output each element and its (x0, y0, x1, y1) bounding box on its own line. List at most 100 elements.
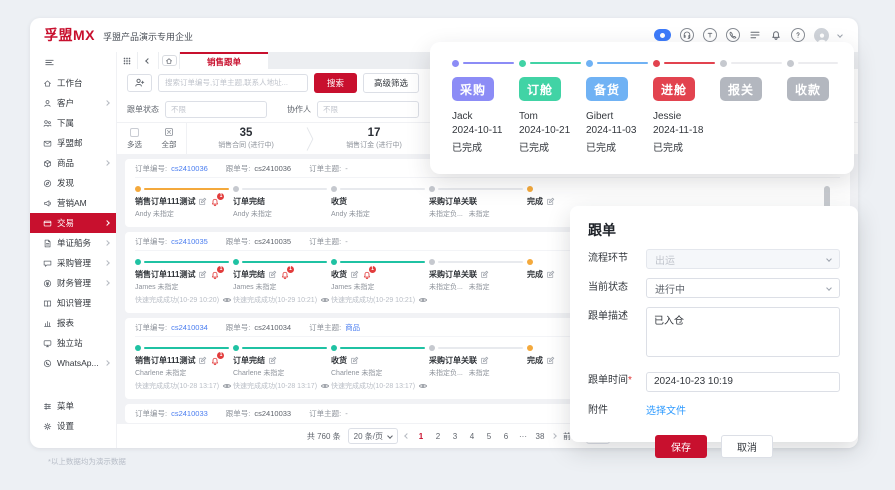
edit-icon[interactable] (198, 197, 207, 206)
flow-badge[interactable]: 进舱 (653, 77, 695, 101)
contact-picker-button[interactable] (127, 73, 152, 92)
advanced-filter-button[interactable]: 高级筛选 (363, 72, 420, 93)
translate-icon[interactable] (703, 28, 717, 42)
edit-icon[interactable] (350, 356, 359, 365)
page-size-select[interactable]: 20 条/页 (347, 428, 398, 444)
sidebar-item-knowledge[interactable]: 知识管理 (30, 293, 116, 313)
avatar[interactable] (814, 27, 829, 43)
current-status-select[interactable]: 进行中 (646, 278, 840, 298)
page-number[interactable]: 38 (535, 432, 545, 441)
edit-icon[interactable] (480, 356, 489, 365)
next-page-button[interactable] (551, 433, 557, 439)
eye-icon[interactable] (222, 296, 232, 304)
multi-select-checkbox[interactable] (130, 127, 139, 137)
help-icon[interactable] (791, 28, 805, 42)
sidebar-item-reports[interactable]: 报表 (30, 313, 116, 333)
collaborator-input[interactable] (317, 100, 419, 118)
sidebar-item-workbench[interactable]: 工作台 (30, 73, 116, 93)
eye-icon[interactable] (222, 382, 232, 390)
sidebar-item-menu[interactable]: 菜单 (30, 396, 116, 416)
page-number[interactable]: 5 (484, 432, 494, 441)
back-icon[interactable] (138, 52, 159, 69)
order-no-link[interactable]: cs2410036 (171, 164, 208, 173)
process-step-select[interactable]: 出运 (646, 249, 840, 269)
edit-icon[interactable] (268, 356, 277, 365)
choose-file-link[interactable]: 选择文件 (646, 406, 686, 417)
multi-select-toggle[interactable]: 多选 (117, 123, 152, 154)
sidebar-collapse-icon[interactable] (30, 55, 116, 73)
dialog-title: 跟单 (588, 222, 616, 238)
prev-page-button[interactable] (404, 433, 410, 439)
flow-badge[interactable]: 备货 (586, 77, 628, 101)
headset-support-icon[interactable] (680, 28, 694, 42)
page-number[interactable]: 3 (450, 432, 460, 441)
edit-icon[interactable] (350, 270, 359, 279)
cancel-button[interactable]: 取消 (721, 434, 773, 458)
sidebar-item-finance[interactable]: 财务管理 (30, 273, 116, 293)
phone-icon[interactable] (726, 28, 740, 42)
bell-alert-icon[interactable]: 1 (280, 265, 294, 280)
flow-badge[interactable]: 报关 (720, 77, 762, 101)
sidebar-item-customers[interactable]: 客户 (30, 93, 116, 113)
save-button[interactable]: 保存 (655, 434, 707, 458)
page-number[interactable]: 1 (416, 432, 426, 441)
app-launcher-icon[interactable] (117, 52, 138, 69)
edit-icon[interactable] (546, 356, 555, 365)
bell-alert-icon[interactable]: 1 (210, 351, 225, 366)
bell-alert-icon[interactable]: 1 (210, 265, 225, 280)
eye-icon[interactable] (320, 296, 330, 304)
sidebar-item-products[interactable]: 商品 (30, 153, 116, 173)
page-number[interactable]: 4 (467, 432, 477, 441)
sidebar-item-settings[interactable]: 设置 (30, 416, 116, 436)
task-list-icon[interactable] (749, 29, 761, 41)
sidebar-item-site[interactable]: 独立站 (30, 333, 116, 353)
order-subject-link[interactable]: 商品 (345, 322, 360, 333)
search-button[interactable]: 搜索 (314, 72, 358, 93)
page-ellipsis[interactable]: ··· (518, 432, 528, 441)
eye-icon[interactable] (418, 382, 428, 390)
sidebar-item-marketing-am[interactable]: 营销AM (30, 193, 116, 213)
tab-sales-followup[interactable]: 销售跟单 (180, 52, 268, 69)
order-subject: - (345, 236, 348, 246)
sidebar-item-procurement[interactable]: 采购管理 (30, 253, 116, 273)
sidebar-item-subordinates[interactable]: 下属 (30, 113, 116, 133)
bell-alert-icon[interactable]: 1 (362, 265, 376, 280)
edit-icon[interactable] (546, 270, 555, 279)
sidebar-item-mail[interactable]: 孚盟邮 (30, 133, 116, 153)
eye-icon[interactable] (418, 296, 428, 304)
edit-icon[interactable] (268, 270, 277, 279)
home-tab-icon[interactable] (159, 52, 180, 69)
edit-icon[interactable] (546, 197, 555, 206)
followup-dialog: 跟单 流程环节 出运 当前状态 进行中 跟单描述 已入仓 跟单时间* 附件 选择… (570, 206, 858, 458)
edit-icon[interactable] (198, 356, 207, 365)
stat-sales-contract[interactable]: 35 销售合同 (进行中) (187, 123, 305, 154)
eye-icon[interactable] (320, 382, 330, 390)
flow-badge[interactable]: 收款 (787, 77, 829, 101)
page-number[interactable]: 2 (433, 432, 443, 441)
sidebar-item-transactions[interactable]: 交易 (30, 213, 116, 233)
process-step-label: 流程环节 (588, 253, 628, 264)
select-all-toggle[interactable]: 全部 (152, 123, 187, 154)
edit-icon[interactable] (198, 270, 207, 279)
page-number[interactable]: 6 (501, 432, 511, 441)
sidebar-item-docs-shipping[interactable]: 单证船务 (30, 233, 116, 253)
followup-time-input[interactable] (646, 371, 840, 392)
sidebar-item-whatsapp[interactable]: WhatsAp... (30, 353, 116, 373)
bell-icon[interactable] (770, 29, 782, 41)
whatsapp-icon (43, 359, 52, 368)
order-no-link[interactable]: cs2410033 (171, 409, 208, 418)
followup-status-input[interactable] (165, 100, 267, 118)
stat-sales-deposit[interactable]: 17 销售订金 (进行中) (315, 123, 433, 154)
order-no-link[interactable]: cs2410034 (171, 323, 208, 332)
demo-mode-eye-icon[interactable] (654, 29, 671, 41)
sidebar-item-discover[interactable]: 发现 (30, 173, 116, 193)
flow-badge[interactable]: 采购 (452, 77, 494, 101)
search-input[interactable] (158, 73, 308, 92)
order-no-link[interactable]: cs2410035 (171, 237, 208, 246)
description-textarea[interactable]: 已入仓 (646, 307, 840, 357)
flow-badge[interactable]: 订舱 (519, 77, 561, 101)
bell-alert-icon[interactable]: 1 (210, 192, 225, 207)
edit-icon[interactable] (480, 270, 489, 279)
chevron-down-icon[interactable] (837, 32, 843, 38)
chevron-right-icon (104, 260, 110, 266)
